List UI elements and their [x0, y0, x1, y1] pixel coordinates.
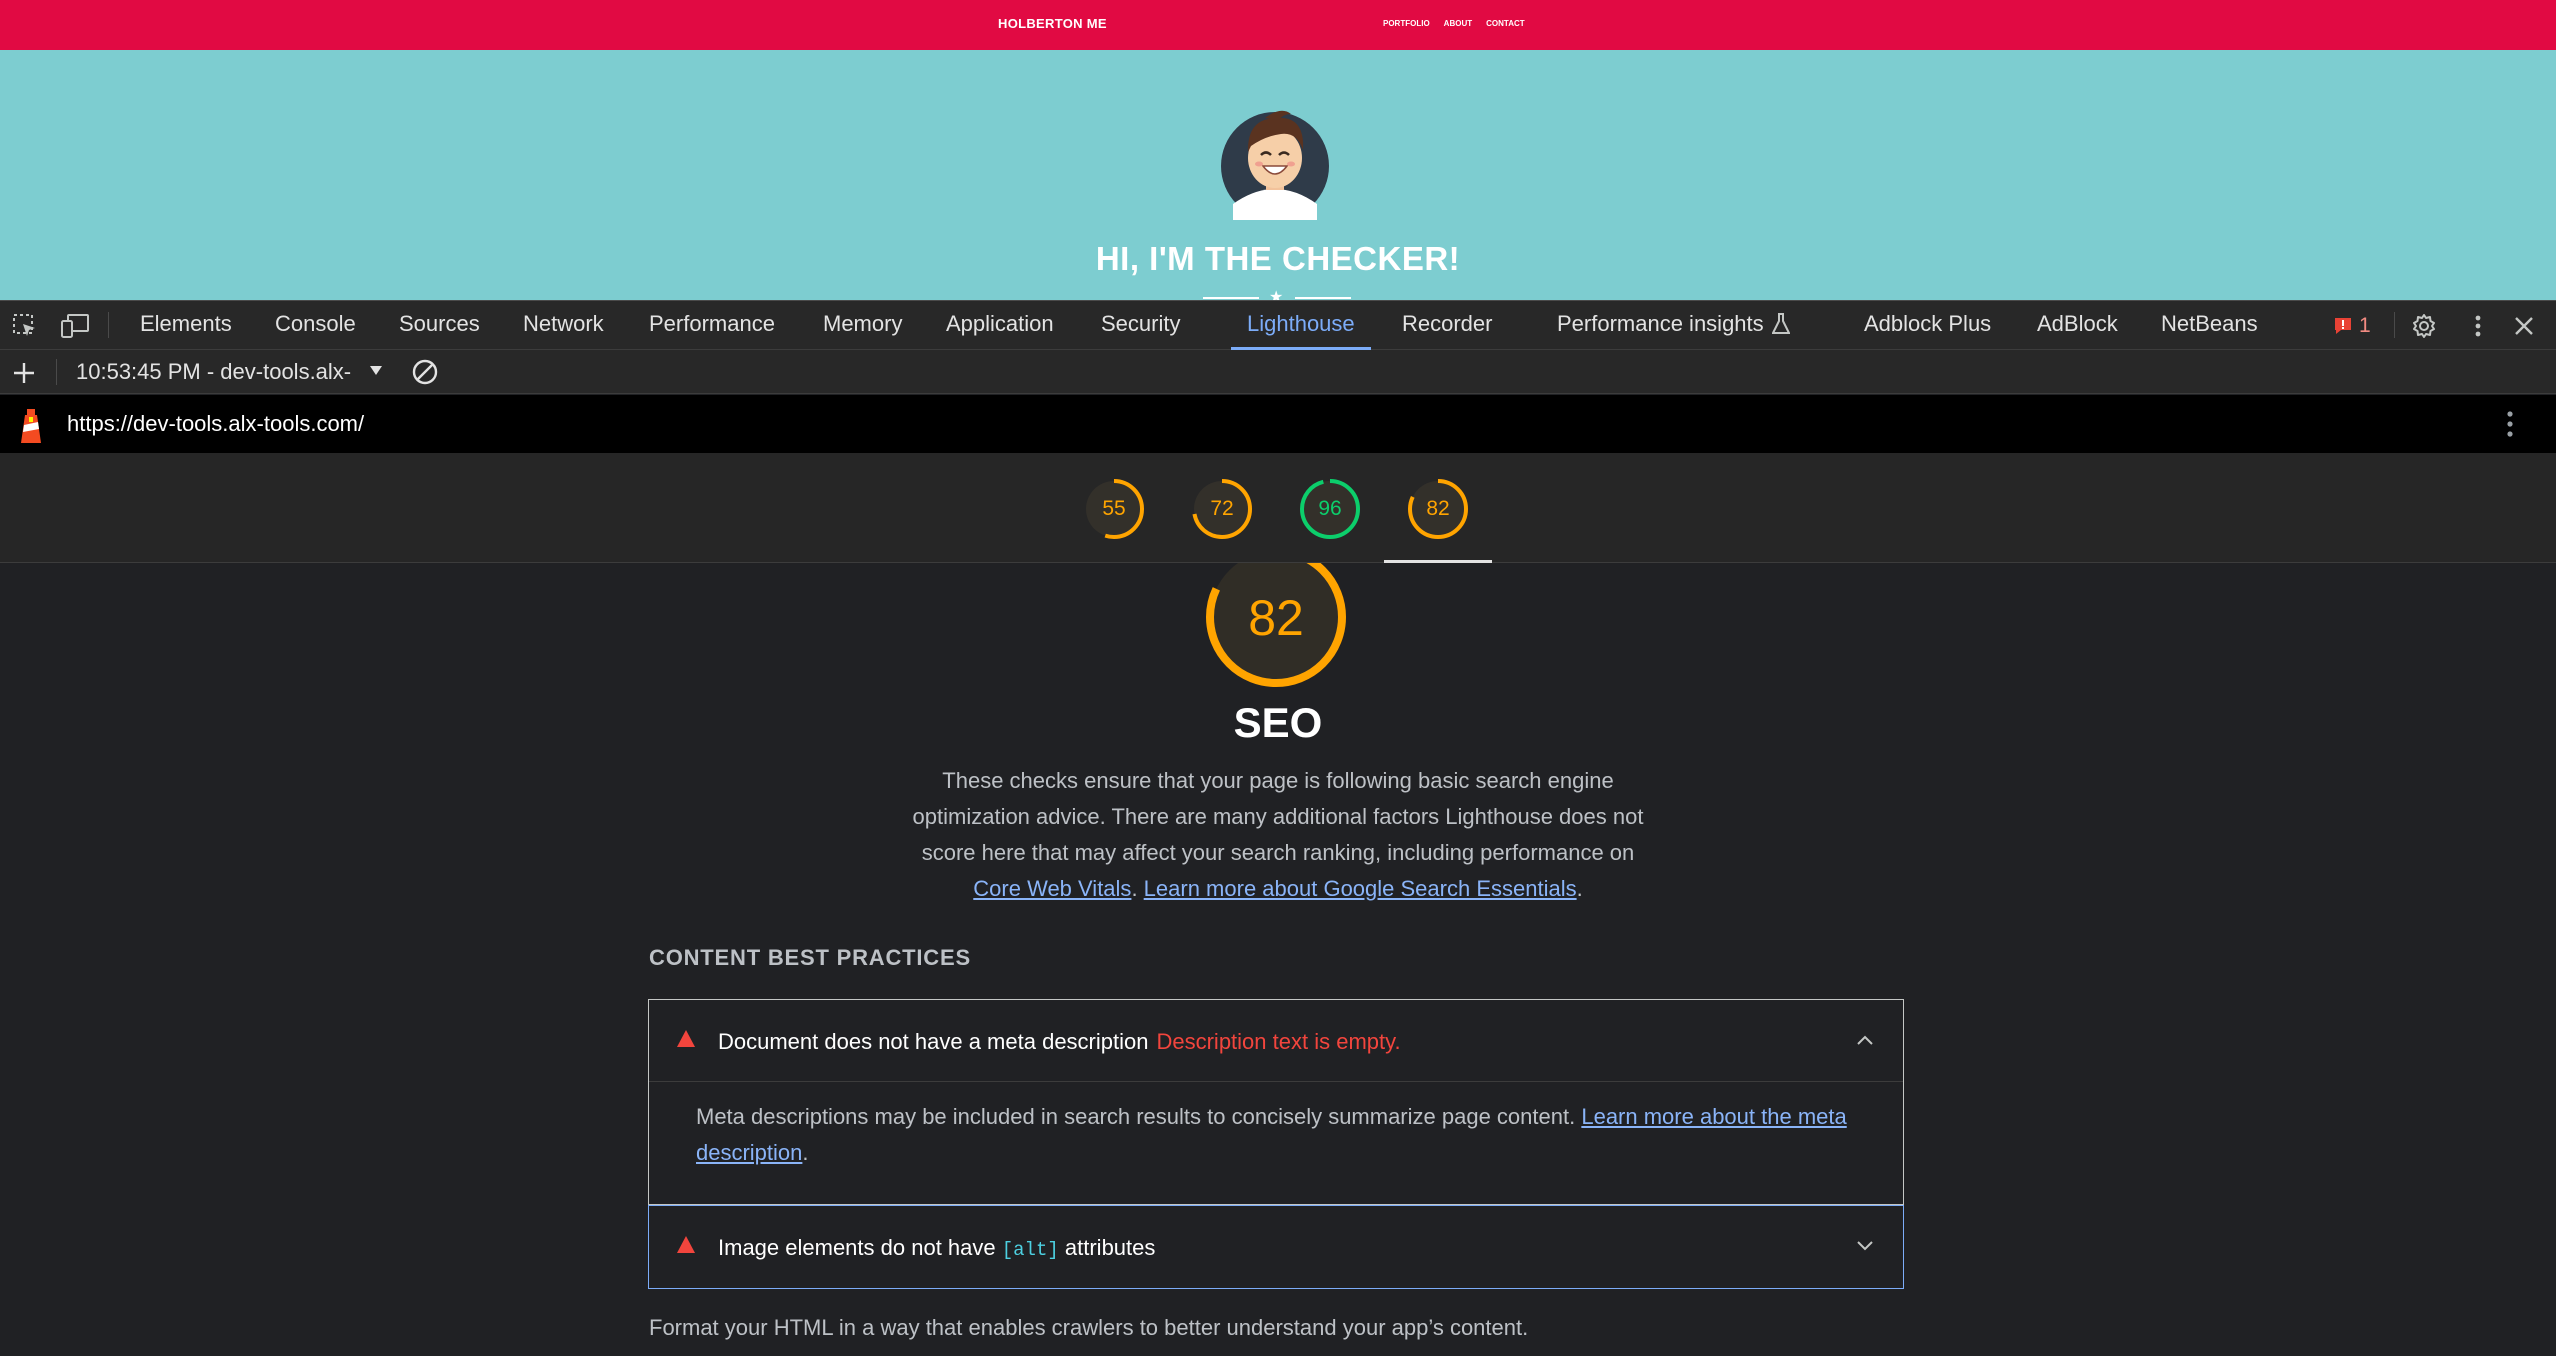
audit-group-description: Format your HTML in a way that enables c… [649, 1315, 1529, 1340]
inspect-element-icon[interactable] [12, 313, 38, 339]
gear-icon[interactable] [2411, 313, 2437, 339]
core-web-vitals-link[interactable]: Core Web Vitals [973, 876, 1131, 901]
site-hero-divider: ★ [1203, 289, 1351, 300]
chevron-down-icon[interactable] [370, 366, 382, 375]
fail-triangle-icon [677, 1236, 695, 1253]
category-title: SEO [1233, 699, 1323, 746]
fail-triangle-icon [677, 1030, 695, 1047]
star-icon: ★ [1269, 289, 1284, 300]
audit-title: Document does not have a meta descriptio… [718, 1029, 1401, 1055]
tab-lighthouse[interactable]: Lighthouse [1231, 301, 1371, 350]
tab-network[interactable]: Network [523, 301, 604, 349]
close-icon[interactable] [2511, 313, 2537, 339]
tab-memory[interactable]: Memory [823, 301, 902, 349]
score-summary-strip: 55 72 96 82 [0, 453, 2556, 563]
lighthouse-toolbar: 10:53:45 PM - dev-tools.alx- [0, 350, 2556, 394]
audit-code-alt: [alt] [1001, 1239, 1059, 1261]
screen: HOLBERTON ME PORTFOLIO ABOUT CONTACT HI,… [0, 0, 2556, 1356]
toolbar-divider [108, 312, 109, 338]
site-nav-links: PORTFOLIO ABOUT CONTACT [1383, 19, 1525, 28]
more-options-icon[interactable] [2465, 313, 2491, 339]
audit-description-text: Meta descriptions may be included in sea… [696, 1104, 1576, 1129]
toolbar-divider [2394, 312, 2395, 338]
score-gauge-best-practices[interactable]: 96 [1300, 479, 1360, 539]
tab-console[interactable]: Console [275, 301, 356, 349]
issue-flag-icon [2335, 318, 2351, 334]
audit-title: Image elements do not have [alt] attribu… [718, 1235, 1155, 1261]
tab-performance[interactable]: Performance [649, 301, 775, 349]
audit-header[interactable]: Image elements do not have [alt] attribu… [649, 1206, 1903, 1288]
tab-elements[interactable]: Elements [140, 301, 232, 349]
report-menu-icon[interactable] [2497, 409, 2523, 439]
audit-meta-description: Document does not have a meta descriptio… [648, 999, 1904, 1205]
audit-image-alt: Image elements do not have [alt] attribu… [648, 1205, 1904, 1289]
site-nav-contact[interactable]: CONTACT [1486, 19, 1525, 28]
score-value: 82 [1426, 497, 1450, 520]
audit-title-after: attributes [1064, 1235, 1156, 1260]
website-preview: HOLBERTON ME PORTFOLIO ABOUT CONTACT HI,… [0, 0, 2556, 300]
score-value: 72 [1210, 497, 1234, 520]
flask-icon [1771, 313, 1790, 334]
tab-performance-insights-label: Performance insights [1557, 311, 1764, 336]
site-nav-about[interactable]: ABOUT [1444, 19, 1472, 28]
avatar-image [1221, 110, 1329, 220]
seo-score-value: 82 [1248, 590, 1304, 646]
report-url-bar: https://dev-tools.alx-tools.com/ [0, 395, 2556, 453]
devtools-tab-bar: Elements Console Sources Network Perform… [0, 300, 2556, 350]
tab-adblock[interactable]: AdBlock [2037, 301, 2118, 349]
audit-description: Meta descriptions may be included in sea… [696, 1104, 1847, 1165]
device-toolbar-icon[interactable] [60, 313, 90, 339]
tab-sources[interactable]: Sources [399, 301, 480, 349]
tab-performance-insights[interactable]: Performance insights [1557, 301, 1790, 349]
tab-netbeans[interactable]: NetBeans [2161, 301, 2258, 349]
audit-title-before: Image elements do not have [718, 1235, 996, 1260]
tab-recorder[interactable]: Recorder [1402, 301, 1492, 349]
toolbar-divider [56, 359, 57, 385]
issues-count: 1 [2359, 314, 2371, 337]
audit-title-text: Document does not have a meta descriptio… [718, 1029, 1149, 1054]
category-description: These checks ensure that your page is fo… [912, 768, 1644, 901]
site-hero-title: HI, I'M THE CHECKER! [1095, 240, 1461, 277]
site-navbar: HOLBERTON ME PORTFOLIO ABOUT CONTACT [0, 0, 2556, 50]
lighthouse-logo-icon [21, 409, 41, 443]
search-essentials-link[interactable]: Learn more about Google Search Essential… [1144, 876, 1577, 901]
chevron-up-icon[interactable] [1855, 1033, 1875, 1047]
score-gauge-performance[interactable]: 55 [1084, 479, 1144, 539]
seo-score-gauge: 82 [1206, 563, 1346, 687]
score-gauge-accessibility[interactable]: 72 [1192, 479, 1252, 539]
tab-application[interactable]: Application [946, 301, 1054, 349]
report-selector[interactable]: 10:53:45 PM - dev-tools.alx- [76, 359, 351, 385]
tab-security[interactable]: Security [1101, 301, 1180, 349]
report-url[interactable]: https://dev-tools.alx-tools.com/ [67, 411, 364, 437]
seo-report: 82 SEO These checks ensure that your pag… [0, 563, 2556, 1356]
score-value: 96 [1318, 497, 1342, 520]
audit-header[interactable]: Document does not have a meta descriptio… [649, 1000, 1903, 1082]
issues-counter[interactable]: 1 [2333, 314, 2371, 338]
audit-display-value: Description text is empty. [1156, 1029, 1401, 1054]
chevron-down-icon[interactable] [1855, 1239, 1875, 1253]
clear-icon[interactable] [411, 358, 439, 386]
score-value: 55 [1102, 497, 1126, 520]
site-brand[interactable]: HOLBERTON ME [998, 16, 1107, 31]
tab-adblock-plus[interactable]: Adblock Plus [1864, 301, 1991, 349]
audit-group-title: CONTENT BEST PRACTICES [649, 945, 971, 970]
plus-icon[interactable] [12, 361, 36, 385]
site-nav-portfolio[interactable]: PORTFOLIO [1383, 19, 1430, 28]
category-description-text: These checks ensure that your page is fo… [912, 768, 1644, 865]
score-gauge-seo[interactable]: 82 [1408, 479, 1468, 539]
